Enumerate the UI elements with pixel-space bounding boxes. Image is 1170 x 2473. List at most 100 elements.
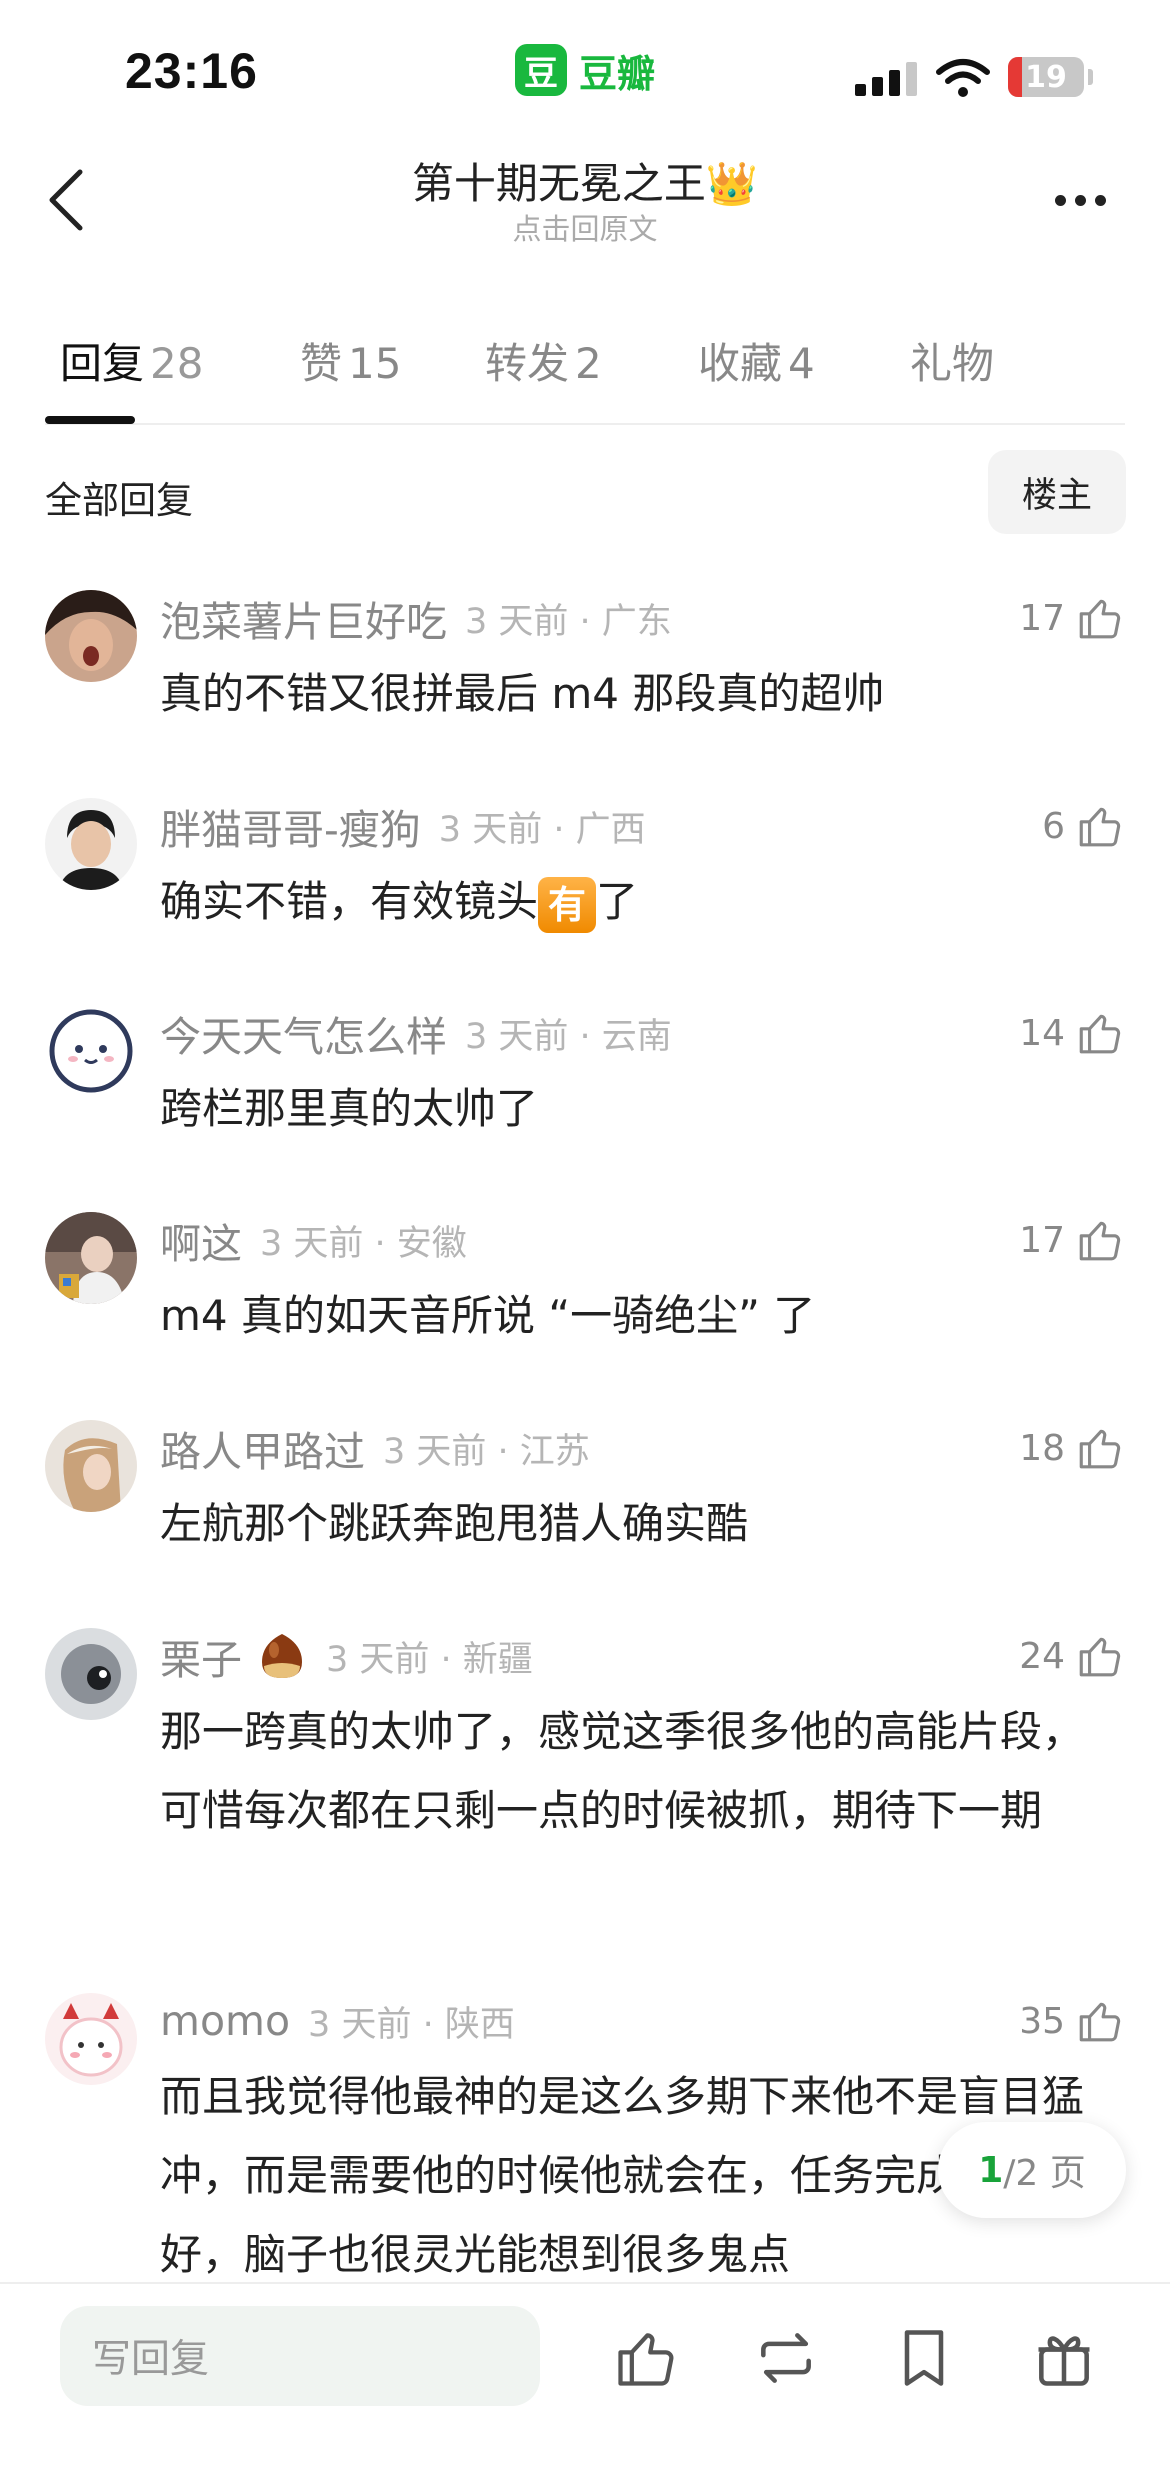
tab-label: 回复 bbox=[60, 339, 145, 388]
avatar[interactable] bbox=[45, 1420, 137, 1512]
avatar-image bbox=[45, 1212, 137, 1304]
thumbs-up-icon bbox=[1079, 599, 1121, 639]
avatar[interactable] bbox=[45, 1993, 137, 2085]
avatar[interactable] bbox=[45, 1005, 137, 1097]
comment-username[interactable]: 栗子 bbox=[160, 1626, 242, 1686]
like-button[interactable]: 18 bbox=[980, 1420, 1125, 1476]
like-button[interactable]: 17 bbox=[980, 1212, 1125, 1268]
like-button[interactable]: 24 bbox=[980, 1628, 1125, 1684]
thumbs-up-icon bbox=[1079, 807, 1121, 847]
tab-likes[interactable]: 赞 15 bbox=[300, 330, 401, 391]
gift-icon[interactable] bbox=[1030, 2324, 1098, 2392]
status-time: 23:16 bbox=[125, 43, 258, 99]
like-count: 17 bbox=[1019, 597, 1065, 639]
douban-logo-icon: 豆 bbox=[515, 44, 567, 96]
comment-username[interactable]: 今天天气怎么样 bbox=[160, 1003, 447, 1063]
comment-text-part: 了 bbox=[596, 877, 639, 926]
total-pages: /2 页 bbox=[1003, 2153, 1086, 2194]
thumbs-up-icon[interactable] bbox=[612, 2324, 680, 2392]
comment-text: 跨栏那里真的太帅了 bbox=[160, 1084, 539, 1133]
active-tab-indicator bbox=[45, 416, 135, 424]
avatar-image bbox=[45, 590, 137, 682]
tab-label: 赞 bbox=[300, 339, 343, 388]
avatar[interactable] bbox=[45, 590, 137, 682]
avatar[interactable] bbox=[45, 1628, 137, 1720]
comment-text: m4 真的如天音所说 “一骑绝尘” 了 bbox=[160, 1291, 816, 1340]
ellipsis-dot bbox=[1094, 194, 1106, 206]
comment-meta: 3 天前 · 新疆 bbox=[326, 1639, 533, 1680]
repost-icon[interactable] bbox=[752, 2324, 820, 2392]
comment-meta: 3 天前 · 安徽 bbox=[260, 1223, 467, 1264]
like-count: 35 bbox=[1019, 2000, 1065, 2042]
tab-gifts[interactable]: 礼物 bbox=[910, 330, 994, 391]
avatar[interactable] bbox=[45, 798, 137, 890]
like-button[interactable]: 17 bbox=[980, 590, 1125, 646]
comment-username[interactable]: 泡菜薯片巨好吃 bbox=[160, 588, 447, 648]
back-to-original-link[interactable]: 点击回原文 bbox=[0, 206, 1170, 248]
like-count: 6 bbox=[1042, 805, 1065, 847]
thumbs-up-icon bbox=[1079, 2002, 1121, 2042]
avatar[interactable] bbox=[45, 1212, 137, 1304]
status-app-name: 豆瓣 bbox=[579, 51, 656, 96]
tab-bar: 回复 28 赞 15 转发 2 收藏 4 礼物 bbox=[45, 320, 1125, 425]
avatar-image bbox=[45, 1005, 137, 1097]
avatar-image bbox=[45, 1628, 137, 1720]
comment-text: 那一跨真的太帅了，感觉这季很多他的高能片段，可惜每次都在只剩一点的时候被抓，期待… bbox=[160, 1707, 1085, 1835]
thumbs-up-icon bbox=[1079, 1014, 1121, 1054]
tab-replies[interactable]: 回复 28 bbox=[60, 330, 203, 391]
current-page: 1 bbox=[978, 2149, 1004, 2191]
tab-collections[interactable]: 收藏 4 bbox=[698, 330, 815, 391]
tab-count: 4 bbox=[788, 339, 815, 388]
cellular-signal-icon bbox=[855, 60, 917, 96]
nav-bar: 第十期无冕之王👑 点击回原文 bbox=[0, 140, 1170, 260]
comment-username[interactable]: momo bbox=[160, 1997, 290, 2045]
op-only-filter-button[interactable]: 楼主 bbox=[988, 450, 1126, 534]
page-indicator[interactable]: 1/2 页 bbox=[938, 2122, 1126, 2218]
like-button[interactable]: 35 bbox=[980, 1993, 1125, 2049]
battery-tip bbox=[1088, 69, 1093, 85]
comment-username[interactable]: 啊这 bbox=[160, 1210, 242, 1270]
comment-text: 左航那个跳跃奔跑甩猎人确实酷 bbox=[160, 1499, 749, 1548]
like-count: 18 bbox=[1019, 1427, 1065, 1469]
comment-meta: 3 天前 · 广东 bbox=[465, 601, 672, 642]
thumbs-up-icon bbox=[1079, 1637, 1121, 1677]
comment-text: 真的不错又很拼最后 m4 那段真的超帅 bbox=[160, 669, 885, 718]
section-title: 全部回复 bbox=[45, 479, 193, 522]
page-title: 第十期无冕之王👑 bbox=[411, 159, 759, 208]
comment-username[interactable]: 胖猫哥哥-瘦狗 bbox=[160, 796, 421, 856]
comment-text: 确实不错，有效镜头有了 bbox=[160, 862, 1125, 941]
tab-count: 28 bbox=[150, 339, 204, 388]
you-emoji-icon: 有 bbox=[538, 876, 597, 933]
comment-meta: 3 天前 · 广西 bbox=[438, 809, 646, 850]
comment-meta: 3 天前 · 江苏 bbox=[383, 1431, 590, 1472]
bookmark-icon[interactable] bbox=[890, 2324, 958, 2392]
ellipsis-icon bbox=[1054, 194, 1066, 206]
chestnut-badge-icon bbox=[262, 1634, 302, 1678]
like-button[interactable]: 14 bbox=[980, 1005, 1125, 1061]
comment-header: momo 3 天前 · 陕西 bbox=[160, 1995, 515, 2047]
comment-username[interactable]: 路人甲路过 bbox=[160, 1418, 365, 1478]
thumbs-up-icon bbox=[1079, 1429, 1121, 1469]
bottom-action-bar: 写回复 bbox=[0, 2282, 1170, 2473]
avatar-image bbox=[45, 798, 137, 890]
reply-input[interactable]: 写回复 bbox=[60, 2306, 540, 2406]
thumbs-up-icon bbox=[1079, 1221, 1121, 1261]
comment-meta: 3 天前 · 陕西 bbox=[308, 2004, 515, 2045]
like-count: 14 bbox=[1019, 1012, 1065, 1054]
avatar-image bbox=[45, 1420, 137, 1512]
comment-header: 胖猫哥哥-瘦狗 3 天前 · 广西 bbox=[160, 800, 646, 854]
like-button[interactable]: 6 bbox=[980, 798, 1125, 854]
like-count: 17 bbox=[1019, 1219, 1065, 1261]
tab-count: 2 bbox=[575, 339, 602, 388]
more-button[interactable] bbox=[1040, 170, 1120, 230]
comment-meta: 3 天前 · 云南 bbox=[465, 1016, 672, 1057]
status-app-indicator: 豆 豆瓣 bbox=[515, 42, 655, 98]
battery-icon: 19 bbox=[1008, 57, 1084, 97]
comment-header: 路人甲路过 3 天前 · 江苏 bbox=[160, 1422, 590, 1476]
like-count: 24 bbox=[1019, 1635, 1065, 1677]
tab-label: 礼物 bbox=[910, 339, 995, 388]
ellipsis-dot bbox=[1074, 194, 1086, 206]
wifi-icon bbox=[936, 59, 990, 97]
tab-reposts[interactable]: 转发 2 bbox=[485, 330, 602, 391]
comment-header: 泡菜薯片巨好吃 3 天前 · 广东 bbox=[160, 592, 672, 646]
